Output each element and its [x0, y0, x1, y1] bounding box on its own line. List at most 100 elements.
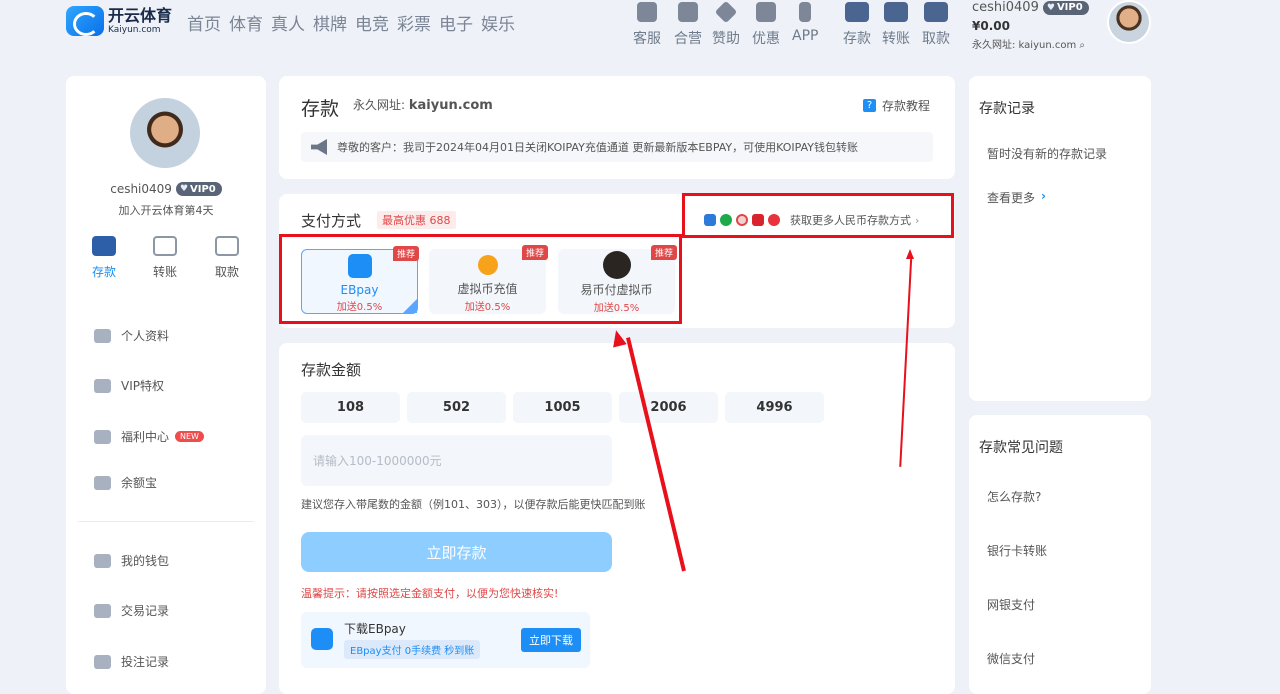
joined-days: 加入开云体育第4天 — [118, 204, 214, 217]
deposit-records: 存款记录 暂时没有新的存款记录 查看更多 › — [969, 76, 1151, 401]
download-button[interactable]: 立即下载 — [521, 628, 581, 652]
user-summary: ceshi0409VIP0 ¥0.00 永久网址: kaiyun.com ⌕ — [972, 0, 1089, 51]
logo-domain: Kaiyun.com — [108, 24, 161, 35]
annotation-arrowhead-right — [906, 249, 914, 259]
amount-preset[interactable]: 108 — [301, 392, 400, 423]
quick-withdraw[interactable]: 取款 — [207, 236, 247, 280]
main-nav: 首页 体育 真人 棋牌 电竞 彩票 电子 娱乐 — [187, 10, 515, 35]
gift-icon — [756, 2, 776, 22]
nav-card-games[interactable]: 棋牌 — [313, 10, 347, 35]
nav-withdraw-label: 取款 — [922, 31, 950, 47]
menu-bet-records[interactable]: 投注记录 — [94, 653, 169, 670]
nav-promotions-label: 优惠 — [752, 31, 780, 47]
deposit-faq: 存款常见问题 怎么存款? 银行卡转账 网银支付 微信支付 — [969, 415, 1151, 694]
menu-bet-records-label: 投注记录 — [121, 655, 170, 669]
tutorial-link[interactable]: ? 存款教程 — [863, 97, 930, 114]
menu-transactions-label: 交易记录 — [121, 604, 170, 618]
amount-title: 存款金额 — [301, 361, 362, 379]
bet-record-icon — [94, 654, 111, 669]
amount-preset[interactable]: 2006 — [619, 392, 718, 423]
menu-welfare-label: 福利中心 — [121, 430, 170, 444]
records-empty: 暂时没有新的存款记录 — [987, 147, 1108, 161]
username: ceshi0409 — [972, 0, 1039, 15]
nav-customer-service-label: 客服 — [633, 31, 661, 47]
nav-transfer-label: 转账 — [882, 31, 910, 47]
records-more-link[interactable]: 查看更多 › — [987, 189, 1046, 206]
deposit-icon — [92, 236, 116, 256]
nav-customer-service[interactable]: 客服 — [633, 0, 661, 48]
deposit-amount: 存款金额 108 502 1005 2006 4996 建议您存入带尾数的金额（… — [279, 343, 955, 694]
nav-entertainment[interactable]: 娱乐 — [481, 10, 515, 35]
logo-name: 开云体育 — [108, 5, 173, 25]
amount-preset[interactable]: 4996 — [725, 392, 824, 423]
wallet-icon — [94, 553, 111, 568]
quick-transfer[interactable]: 转账 — [145, 236, 185, 280]
menu-vip[interactable]: VIP特权 — [94, 377, 164, 394]
vip-badge: VIP0 — [1042, 0, 1089, 15]
faq-item[interactable]: 网银支付 — [987, 596, 1035, 613]
savings-icon — [94, 475, 111, 490]
search-icon[interactable]: ⌕ — [1079, 40, 1085, 51]
nav-esports[interactable]: 电竞 — [355, 10, 389, 35]
nav-partner[interactable]: 合营 — [674, 0, 702, 48]
amount-input[interactable] — [301, 435, 612, 486]
download-tagline: EBpay支付 0手续费 秒到账 — [344, 640, 481, 659]
menu-profile-label: 个人资料 — [121, 329, 170, 343]
chevron-right-icon: › — [1041, 189, 1046, 203]
nav-home[interactable]: 首页 — [187, 10, 221, 35]
nav-partner-label: 合营 — [674, 31, 702, 47]
records-title: 存款记录 — [979, 101, 1035, 117]
nav-lottery[interactable]: 彩票 — [397, 10, 431, 35]
warning-text: 温馨提示：请按照选定金额支付，以便为您快速核实! — [301, 587, 559, 600]
left-panel: ceshi0409VIP0 加入开云体育第4天 存款 转账 取款 个人资料 VI… — [66, 76, 266, 694]
quick-deposit[interactable]: 存款 — [84, 236, 124, 280]
quick-deposit-label: 存款 — [91, 265, 116, 279]
nav-transfer[interactable]: 转账 — [882, 0, 910, 48]
nav-promotions[interactable]: 优惠 — [752, 0, 780, 48]
help-icon: ? — [863, 99, 876, 112]
withdraw-icon — [924, 2, 948, 22]
nav-withdraw[interactable]: 取款 — [922, 0, 950, 48]
menu-welfare[interactable]: 福利中心 NEW — [94, 428, 204, 445]
sponsor-icon — [714, 0, 738, 24]
menu-vip-label: VIP特权 — [121, 379, 164, 393]
download-ebpay-banner: 下载EBpay EBpay支付 0手续费 秒到账 立即下载 — [301, 612, 590, 668]
avatar[interactable] — [1107, 0, 1151, 44]
faq-item[interactable]: 怎么存款? — [987, 488, 1041, 505]
notice-text: 尊敬的客户：我司于2024年04月01日关闭KOIPAY充值通道 更新最新版本E… — [337, 141, 858, 154]
faq-item[interactable]: 银行卡转账 — [987, 542, 1047, 559]
permanent-url-value: kaiyun.com — [408, 98, 493, 113]
menu-savings[interactable]: 余额宝 — [94, 474, 157, 491]
menu-profile[interactable]: 个人资料 — [94, 327, 169, 344]
deposit-header: 存款 永久网址: kaiyun.com ? 存款教程 尊敬的客户：我司于2024年… — [279, 76, 955, 179]
highlight-box-payment-options — [279, 234, 682, 324]
amount-hint: 建议您存入带尾数的金额（例101、303），以便存款后能更快匹配到账 — [301, 498, 646, 511]
withdraw-icon — [215, 236, 239, 256]
divider — [78, 521, 254, 522]
annotation-arrowhead-left — [609, 328, 627, 348]
welfare-icon — [94, 429, 111, 444]
submit-deposit-button[interactable]: 立即存款 — [301, 532, 612, 572]
profile-avatar[interactable] — [130, 98, 200, 168]
partner-icon — [678, 2, 698, 22]
menu-transactions[interactable]: 交易记录 — [94, 602, 169, 619]
nav-deposit[interactable]: 存款 — [843, 0, 871, 48]
new-badge: NEW — [175, 431, 204, 442]
amount-preset[interactable]: 1005 — [513, 392, 612, 423]
menu-wallet[interactable]: 我的钱包 — [94, 552, 169, 569]
nav-deposit-label: 存款 — [843, 31, 871, 47]
nav-slots[interactable]: 电子 — [439, 10, 473, 35]
top-bar: 开云体育 Kaiyun.com 首页 体育 真人 棋牌 电竞 彩票 电子 娱乐 … — [0, 0, 1280, 56]
amount-preset[interactable]: 502 — [407, 392, 506, 423]
logo[interactable]: 开云体育 Kaiyun.com — [66, 6, 172, 36]
nav-sports[interactable]: 体育 — [229, 10, 263, 35]
nav-live-casino[interactable]: 真人 — [271, 10, 305, 35]
highlight-box-more-methods — [682, 193, 954, 238]
faq-item[interactable]: 微信支付 — [987, 650, 1035, 667]
nav-sponsor[interactable]: 赞助 — [712, 0, 740, 48]
records-more-label: 查看更多 — [987, 191, 1036, 205]
phone-icon — [799, 2, 812, 22]
nav-app[interactable]: APP — [792, 0, 818, 44]
menu-wallet-label: 我的钱包 — [121, 554, 170, 568]
vip-icon — [94, 378, 111, 393]
